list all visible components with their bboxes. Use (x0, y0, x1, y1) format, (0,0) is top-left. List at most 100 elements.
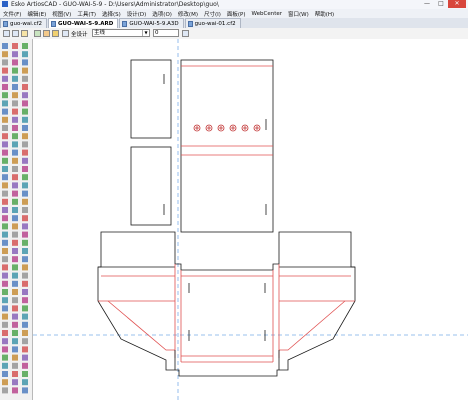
tool-button-icon[interactable] (2, 379, 8, 386)
tool-button-icon[interactable] (2, 198, 8, 205)
tool-button-icon[interactable] (22, 330, 28, 336)
tool-button-icon[interactable] (12, 215, 18, 222)
menu-design[interactable]: 设计(D) (124, 10, 150, 18)
tool-button-icon[interactable] (22, 223, 28, 230)
tool-button-icon[interactable] (2, 190, 8, 197)
tool-button-icon[interactable] (22, 190, 28, 197)
tool-button-icon[interactable] (12, 264, 18, 271)
tool-button-icon[interactable] (12, 289, 18, 295)
tool-button-icon[interactable] (2, 338, 8, 345)
tool-button-icon[interactable] (2, 346, 8, 353)
tool-button-icon[interactable] (22, 59, 28, 66)
tool-button-icon[interactable] (22, 272, 28, 279)
number-input[interactable]: 0 (153, 29, 179, 37)
tool-button-icon[interactable] (12, 354, 18, 361)
tool-button-icon[interactable] (2, 272, 8, 279)
view-icon[interactable] (62, 30, 69, 37)
layer-icon[interactable] (21, 30, 28, 37)
tool-button-icon[interactable] (2, 125, 8, 131)
tool-button-icon[interactable] (12, 248, 18, 254)
tool-button-icon[interactable] (12, 321, 18, 328)
tool-button-icon[interactable] (12, 223, 18, 230)
menu-panel[interactable]: 面板(P) (224, 10, 249, 18)
tool-button-icon[interactable] (12, 157, 18, 164)
tool-button-icon[interactable] (12, 239, 18, 246)
tool-button-icon[interactable] (12, 272, 18, 279)
tool-button-icon[interactable] (22, 387, 28, 394)
tool-button-icon[interactable] (22, 149, 28, 156)
tool-button-icon[interactable] (12, 379, 18, 386)
pointer-icon[interactable] (3, 30, 10, 37)
layer-select[interactable]: 主线 ▼ (92, 29, 150, 37)
tool-button-icon[interactable] (2, 43, 8, 49)
tool-button-icon[interactable] (22, 379, 28, 386)
tool-button-icon[interactable] (12, 387, 18, 394)
tool-button-icon[interactable] (12, 166, 18, 172)
tool-button-icon[interactable] (22, 264, 28, 271)
tool-button-icon[interactable] (22, 51, 28, 58)
tab-guo-wai-ard[interactable]: GUO-WAI-5-9.ARD (48, 18, 119, 28)
tool-button-icon[interactable] (2, 313, 8, 320)
tool-button-icon[interactable] (2, 92, 8, 99)
tool-button-icon[interactable] (22, 182, 28, 189)
tool-button-icon[interactable] (2, 223, 8, 230)
minimize-icon[interactable]: — (420, 0, 434, 8)
tool-button-icon[interactable] (2, 100, 8, 107)
tool-button-icon[interactable] (22, 100, 28, 107)
menu-dimension[interactable]: 尺寸(I) (201, 10, 224, 18)
tool-button-icon[interactable] (2, 215, 8, 222)
tool-button-icon[interactable] (12, 59, 18, 66)
tool-button-icon[interactable] (12, 280, 18, 287)
tool-button-icon[interactable] (22, 207, 28, 213)
menu-file[interactable]: 文件(F) (0, 10, 24, 18)
tool-button-icon[interactable] (2, 321, 8, 328)
tool-button-icon[interactable] (12, 75, 18, 82)
tool-button-icon[interactable] (12, 198, 18, 205)
tool-button-icon[interactable] (2, 231, 8, 238)
tool-button-icon[interactable] (2, 108, 8, 115)
tool-button-icon[interactable] (12, 182, 18, 189)
view-label[interactable]: 全设计 (71, 30, 88, 38)
tool-button-icon[interactable] (2, 305, 8, 312)
settings-icon[interactable] (182, 30, 189, 37)
tool-button-icon[interactable] (12, 346, 18, 353)
tool-button-icon[interactable] (2, 256, 8, 263)
tool-button-icon[interactable] (2, 289, 8, 295)
tool-button-icon[interactable] (22, 75, 28, 82)
tool-button-icon[interactable] (22, 67, 28, 74)
tool-button-icon[interactable] (2, 264, 8, 271)
tool-button-icon[interactable] (12, 371, 18, 377)
tab-guo-wai-a3d[interactable]: GUO-WAI-5-9.A3D (119, 18, 184, 28)
menu-window[interactable]: 窗口(W) (285, 10, 312, 18)
tool-button-icon[interactable] (22, 256, 28, 263)
tool-button-icon[interactable] (22, 305, 28, 312)
tool-button-icon[interactable] (22, 321, 28, 328)
tool-button-icon[interactable] (12, 125, 18, 131)
close-icon[interactable]: ✕ (448, 0, 466, 8)
tool-button-icon[interactable] (2, 207, 8, 213)
tool-button-icon[interactable] (12, 51, 18, 58)
tool-button-icon[interactable] (2, 141, 8, 148)
tool-button-icon[interactable] (22, 157, 28, 164)
tool-button-icon[interactable] (22, 231, 28, 238)
tool-button-icon[interactable] (2, 330, 8, 336)
menu-options[interactable]: 选项(O) (149, 10, 175, 18)
tool-button-icon[interactable] (22, 338, 28, 345)
tool-button-icon[interactable] (22, 174, 28, 181)
menu-modify[interactable]: 修改(M) (175, 10, 201, 18)
tool-button-icon[interactable] (2, 387, 8, 394)
tab-guo-wai-01-cf2[interactable]: guo-wai-01.cf2 (184, 18, 241, 28)
menu-view[interactable]: 视图(V) (49, 10, 74, 18)
menu-tools[interactable]: 工具(T) (74, 10, 99, 18)
tool-button-icon[interactable] (22, 346, 28, 353)
tool-button-icon[interactable] (12, 330, 18, 336)
tool-button-icon[interactable] (2, 174, 8, 181)
tool-button-icon[interactable] (12, 305, 18, 312)
tool-button-icon[interactable] (2, 51, 8, 58)
tool-button-icon[interactable] (12, 149, 18, 156)
tool-button-icon[interactable] (22, 43, 28, 49)
tool-button-icon[interactable] (2, 248, 8, 254)
tool-button-icon[interactable] (22, 92, 28, 99)
tool-button-icon[interactable] (2, 297, 8, 304)
tool-button-icon[interactable] (12, 362, 18, 369)
